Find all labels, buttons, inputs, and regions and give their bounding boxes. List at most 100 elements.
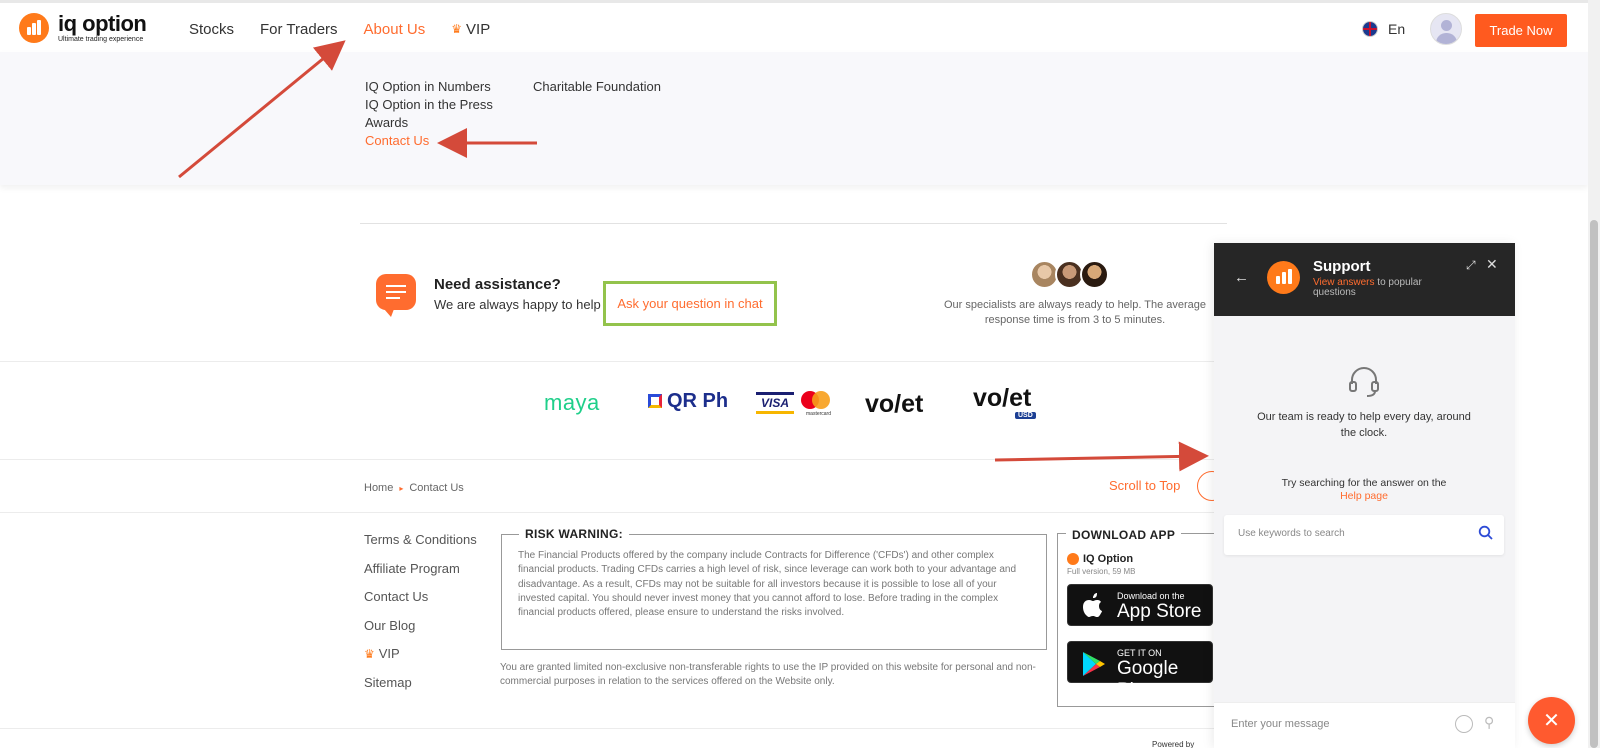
chat-close-fab[interactable]: ✕ xyxy=(1528,697,1575,744)
search-hint-text: Try searching for the answer on the xyxy=(1281,477,1447,489)
menu-item-charitable-foundation[interactable]: Charitable Foundation xyxy=(533,78,661,96)
chat-title: Support xyxy=(1313,258,1371,275)
help-page-link[interactable]: Help page xyxy=(1340,490,1388,502)
section-divider xyxy=(0,361,1214,362)
google-play-big: Google Play xyxy=(1117,658,1179,701)
specialist-avatar xyxy=(1080,260,1109,289)
search-hint: Try searching for the answer on the Help … xyxy=(1244,477,1484,503)
breadcrumb-current: Contact Us xyxy=(409,482,464,494)
iq-option-icon xyxy=(1067,553,1079,565)
google-play-small: GET IT ON xyxy=(1117,648,1162,658)
app-store-small: Download on the xyxy=(1117,591,1185,601)
volet-usd-logo: vo/et xyxy=(973,384,1032,412)
section-divider xyxy=(0,459,1214,460)
nav-about-us[interactable]: About Us xyxy=(351,3,437,55)
rights-text: You are granted limited non-exclusive no… xyxy=(500,662,1036,688)
usd-badge: USD xyxy=(1015,412,1036,419)
footer-link-contact[interactable]: Contact Us xyxy=(364,589,477,618)
dropdown-column-1: IQ Option in Numbers IQ Option in the Pr… xyxy=(365,78,493,150)
close-icon[interactable]: ✕ xyxy=(1486,256,1498,273)
logo-tagline: Ultimate trading experience xyxy=(58,36,144,43)
mastercard-icon xyxy=(812,391,830,409)
back-arrow-icon[interactable]: ← xyxy=(1234,269,1249,286)
message-input[interactable]: Enter your message xyxy=(1231,718,1329,730)
menu-item-awards[interactable]: Awards xyxy=(365,114,493,132)
dropdown-column-2: Charitable Foundation xyxy=(533,78,661,96)
logo[interactable]: iq option Ultimate trading experience xyxy=(19,11,147,43)
footer-link-terms[interactable]: Terms & Conditions xyxy=(364,532,477,561)
volet-logo: vo/et xyxy=(865,390,924,418)
app-size: Full version, 59 MB xyxy=(1067,567,1136,576)
app-store-big: App Store xyxy=(1117,601,1202,622)
chat-header: ← Support View answers to popular questi… xyxy=(1214,243,1515,316)
top-header: iq option Ultimate trading experience St… xyxy=(0,0,1588,55)
qrph-icon xyxy=(648,394,662,408)
chat-search-placeholder: Use keywords to search xyxy=(1238,528,1345,539)
specialists-text: Our specialists are always ready to help… xyxy=(943,299,1207,326)
assistance-subtitle: We are always happy to help xyxy=(434,297,601,312)
logo-icon xyxy=(19,13,49,43)
menu-item-iq-option-in-numbers[interactable]: IQ Option in Numbers xyxy=(365,78,493,96)
about-us-dropdown: IQ Option in Numbers IQ Option in the Pr… xyxy=(0,52,1588,185)
footer-links: Terms & Conditions Affiliate Program Con… xyxy=(364,532,477,704)
footer-link-affiliate[interactable]: Affiliate Program xyxy=(364,561,477,590)
chat-search-field[interactable]: Use keywords to search xyxy=(1224,515,1504,555)
section-divider xyxy=(0,512,1214,513)
scroll-to-top-link[interactable]: Scroll to Top xyxy=(1109,478,1180,493)
ask-in-chat-link[interactable]: Ask your question in chat xyxy=(603,281,777,326)
logo-name: iq option xyxy=(58,11,147,36)
app-name-label: IQ Option xyxy=(1083,553,1134,565)
scrollbar-thumb[interactable] xyxy=(1590,220,1598,748)
qrph-logo: QR Ph xyxy=(667,390,729,412)
emoji-icon[interactable] xyxy=(1455,715,1473,733)
nav-vip[interactable]: ♛ VIP xyxy=(451,3,490,55)
maya-logo: maya xyxy=(544,390,600,415)
crown-icon: ♛ xyxy=(451,22,463,36)
powered-by: Powered by xyxy=(1152,740,1195,748)
menu-item-iq-option-in-the-press[interactable]: IQ Option in the Press xyxy=(365,96,493,114)
chat-body-text: Our team is ready to help every day, aro… xyxy=(1257,411,1471,439)
nav-stocks[interactable]: Stocks xyxy=(189,3,234,55)
section-divider xyxy=(360,223,1227,224)
language-label: En xyxy=(1388,21,1406,37)
risk-warning-box: RISK WARNING: The Financial Products off… xyxy=(501,527,1047,650)
page-scrollbar[interactable] xyxy=(1588,0,1600,748)
download-app-title: DOWNLOAD APP xyxy=(1066,528,1182,542)
visa-logo: VISA xyxy=(756,392,794,414)
breadcrumb-home[interactable]: Home xyxy=(364,482,393,494)
footer-link-vip-label: VIP xyxy=(378,646,400,662)
support-chat-widget: ← Support View answers to popular questi… xyxy=(1214,243,1515,748)
footer-link-blog[interactable]: Our Blog xyxy=(364,618,477,647)
chevron-right-icon: ▸ xyxy=(399,483,404,493)
iq-option-icon xyxy=(1267,261,1300,294)
expand-icon[interactable]: ⤢ xyxy=(1466,258,1476,273)
section-divider xyxy=(0,728,1214,729)
nav-for-traders[interactable]: For Traders xyxy=(260,3,338,55)
chat-message-bar: Enter your message ⚲ xyxy=(1214,702,1515,748)
risk-warning-text: The Financial Products offered by the co… xyxy=(518,550,1017,619)
footer-link-sitemap[interactable]: Sitemap xyxy=(364,675,477,704)
paperclip-icon[interactable]: ⚲ xyxy=(1484,714,1494,731)
footer-link-vip[interactable]: ♛ VIP xyxy=(364,646,477,675)
language-selector[interactable]: En xyxy=(1362,21,1405,37)
google-play-button[interactable]: GET IT ON Google Play xyxy=(1067,641,1213,701)
menu-item-contact-us[interactable]: Contact Us xyxy=(365,132,493,150)
google-play-icon xyxy=(1082,651,1106,677)
trade-now-button[interactable]: Trade Now xyxy=(1475,14,1567,47)
specialist-avatars xyxy=(1030,260,1109,289)
headset-icon xyxy=(1347,364,1381,398)
breadcrumb: Home ▸ Contact Us xyxy=(364,482,464,494)
mastercard-label: mastercard xyxy=(806,411,832,417)
risk-warning-title: RISK WARNING: xyxy=(519,527,629,541)
search-icon[interactable] xyxy=(1478,525,1494,541)
chat-subtitle: View answers to popular questions xyxy=(1313,278,1463,298)
user-avatar[interactable] xyxy=(1430,13,1462,45)
main-nav: Stocks For Traders About Us ♛ VIP xyxy=(189,3,516,55)
assistance-title: Need assistance? xyxy=(434,276,561,293)
uk-flag-icon xyxy=(1362,21,1378,37)
crown-icon: ♛ xyxy=(364,647,375,662)
app-store-button[interactable]: Download on the App Store xyxy=(1067,584,1213,626)
app-name: IQ Option xyxy=(1067,553,1133,565)
chat-bubble-icon xyxy=(376,274,416,317)
nav-vip-label: VIP xyxy=(466,20,491,38)
